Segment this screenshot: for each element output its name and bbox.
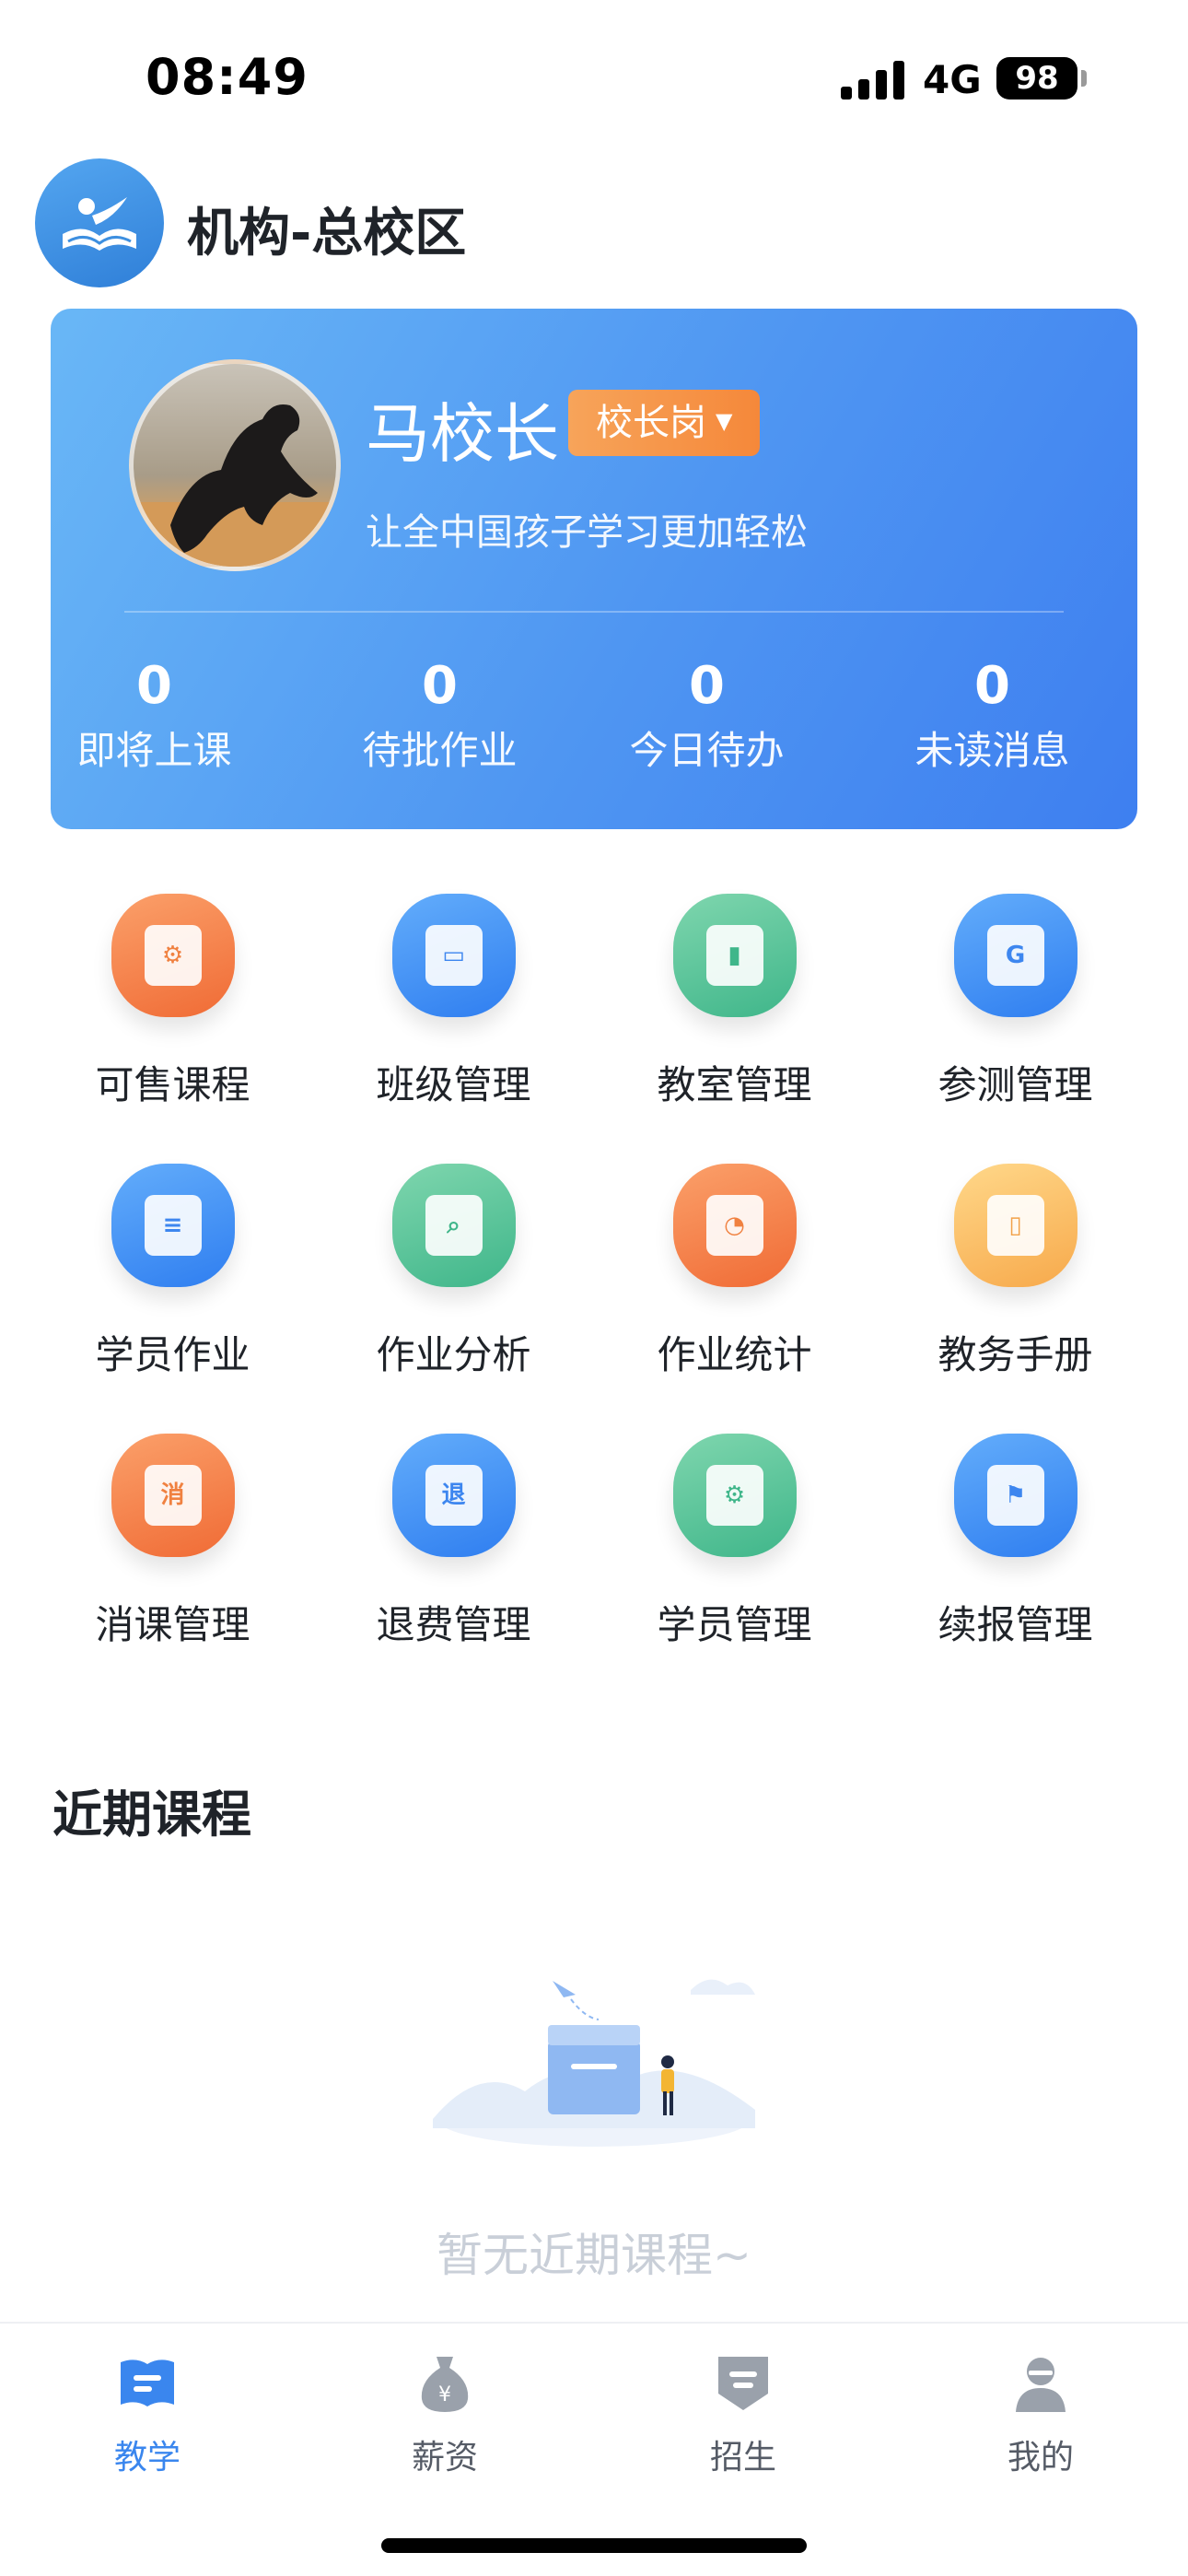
header: 机构-总校区 [35, 158, 1140, 287]
grid-item-refund-management[interactable]: 退 退费管理 [313, 1434, 594, 1647]
salary-moneybag-icon: ¥ [414, 2353, 475, 2414]
teaching-book-icon [117, 2353, 178, 2414]
enrollment-badge-icon [713, 2353, 774, 2414]
grid-label: 教务手册 [938, 1332, 1093, 1377]
statistics-pie-icon: ◔ [672, 1164, 797, 1287]
cellular-signal-icon [841, 61, 907, 100]
stat-value: 0 [974, 656, 1010, 716]
grid-item-homework-analysis[interactable]: ⌕ 作业分析 [313, 1164, 594, 1377]
test-g-icon: G [953, 894, 1077, 1017]
manual-bookmark-icon: ▯ [953, 1164, 1077, 1287]
grid-item-renewal-management[interactable]: ⚑ 续报管理 [875, 1434, 1156, 1647]
homework-doc-icon: ≡ [111, 1164, 235, 1287]
tab-label: 薪资 [411, 2439, 478, 2476]
empty-box-illustration-icon [424, 1953, 764, 2156]
org-title[interactable]: 机构-总校区 [187, 192, 466, 266]
grid-label: 学员管理 [657, 1602, 812, 1647]
grid-item-student-management[interactable]: ⚙ 学员管理 [594, 1434, 875, 1647]
tab-mine[interactable]: 我的 [949, 2353, 1133, 2478]
caret-down-icon: ▼ [716, 408, 733, 434]
grid-label: 作业分析 [376, 1332, 531, 1377]
svg-text:¥: ¥ [438, 2383, 451, 2406]
grid-label: 作业统计 [657, 1332, 812, 1377]
grid-item-sellable-courses[interactable]: ⚙ 可售课程 [32, 894, 313, 1107]
user-name: 马校长 [366, 396, 559, 472]
class-box-icon: ▭ [391, 894, 516, 1017]
stat-unread-messages[interactable]: 0 未读消息 [856, 654, 1128, 783]
grid-item-student-homework[interactable]: ≡ 学员作业 [32, 1164, 313, 1377]
card-divider [124, 611, 1064, 613]
grid-item-test-management[interactable]: G 参测管理 [875, 894, 1156, 1107]
tab-enrollment[interactable]: 招生 [651, 2353, 835, 2478]
grid-label: 续报管理 [938, 1602, 1093, 1647]
grid-label: 退费管理 [376, 1602, 531, 1647]
battery-icon: 98 [996, 57, 1077, 100]
consume-class-icon: 消 [111, 1434, 235, 1557]
stat-value: 0 [689, 656, 725, 716]
stat-pending-homework[interactable]: 0 待批作业 [304, 654, 576, 783]
profile-card: 马校长 校长岗 ▼ 让全中国孩子学习更加轻松 0 即将上课 0 待批作业 0 今日… [51, 309, 1137, 829]
refund-icon: 退 [391, 1434, 516, 1557]
tab-teaching[interactable]: 教学 [55, 2353, 239, 2478]
tab-salary[interactable]: ¥ 薪资 [353, 2353, 537, 2478]
classroom-book-icon: ▮ [672, 894, 797, 1017]
grid-item-academic-manual[interactable]: ▯ 教务手册 [875, 1164, 1156, 1377]
grid-label: 学员作业 [95, 1332, 250, 1377]
status-time: 08:49 [146, 48, 309, 106]
stat-label: 即将上课 [76, 728, 232, 773]
profile-person-icon [1010, 2353, 1071, 2414]
stat-upcoming-classes[interactable]: 0 即将上课 [51, 654, 290, 783]
renewal-flag-icon: ⚑ [953, 1434, 1077, 1557]
grid-label: 班级管理 [376, 1062, 531, 1107]
function-grid: ⚙ 可售课程 ▭ 班级管理 ▮ 教室管理 G 参测管理 ≡ 学员作业 ⌕ 作业分… [32, 894, 1156, 1647]
battery-cap [1081, 70, 1087, 87]
grid-item-classroom-management[interactable]: ▮ 教室管理 [594, 894, 875, 1107]
stats-row: 0 即将上课 0 待批作业 0 今日待办 0 未读消息 [51, 654, 1137, 783]
empty-state-text: 暂无近期课程~ [437, 2229, 751, 2282]
grid-label: 消课管理 [95, 1602, 250, 1647]
tab-label: 教学 [113, 2439, 181, 2476]
network-type: 4G [923, 57, 982, 102]
analysis-search-icon: ⌕ [391, 1164, 516, 1287]
avatar[interactable] [129, 359, 341, 571]
grid-item-homework-statistics[interactable]: ◔ 作业统计 [594, 1164, 875, 1377]
stat-today-todo[interactable]: 0 今日待办 [571, 654, 843, 783]
grid-item-class-management[interactable]: ▭ 班级管理 [313, 894, 594, 1107]
slogan: 让全中国孩子学习更加轻松 [366, 511, 808, 554]
stat-value: 0 [136, 656, 172, 716]
role-label: 校长岗 [596, 402, 706, 444]
grid-label: 参测管理 [938, 1062, 1093, 1107]
tab-label: 招生 [709, 2439, 776, 2476]
status-bar: 08:49 4G 98 [0, 0, 1188, 157]
grid-item-class-consumption[interactable]: 消 消课管理 [32, 1434, 313, 1647]
home-indicator[interactable] [381, 2538, 807, 2553]
stat-label: 今日待办 [629, 728, 785, 773]
role-selector[interactable]: 校长岗 ▼ [568, 390, 761, 456]
stat-label: 待批作业 [362, 728, 518, 773]
recent-courses-title: 近期课程 [52, 1786, 251, 1844]
student-shield-icon: ⚙ [672, 1434, 797, 1557]
course-gear-icon: ⚙ [111, 894, 235, 1017]
grid-label: 教室管理 [657, 1062, 812, 1107]
grid-label: 可售课程 [95, 1062, 250, 1107]
stat-label: 未读消息 [914, 728, 1070, 773]
book-logo-icon[interactable] [35, 158, 164, 287]
stat-value: 0 [422, 656, 458, 716]
tab-label: 我的 [1007, 2439, 1074, 2476]
